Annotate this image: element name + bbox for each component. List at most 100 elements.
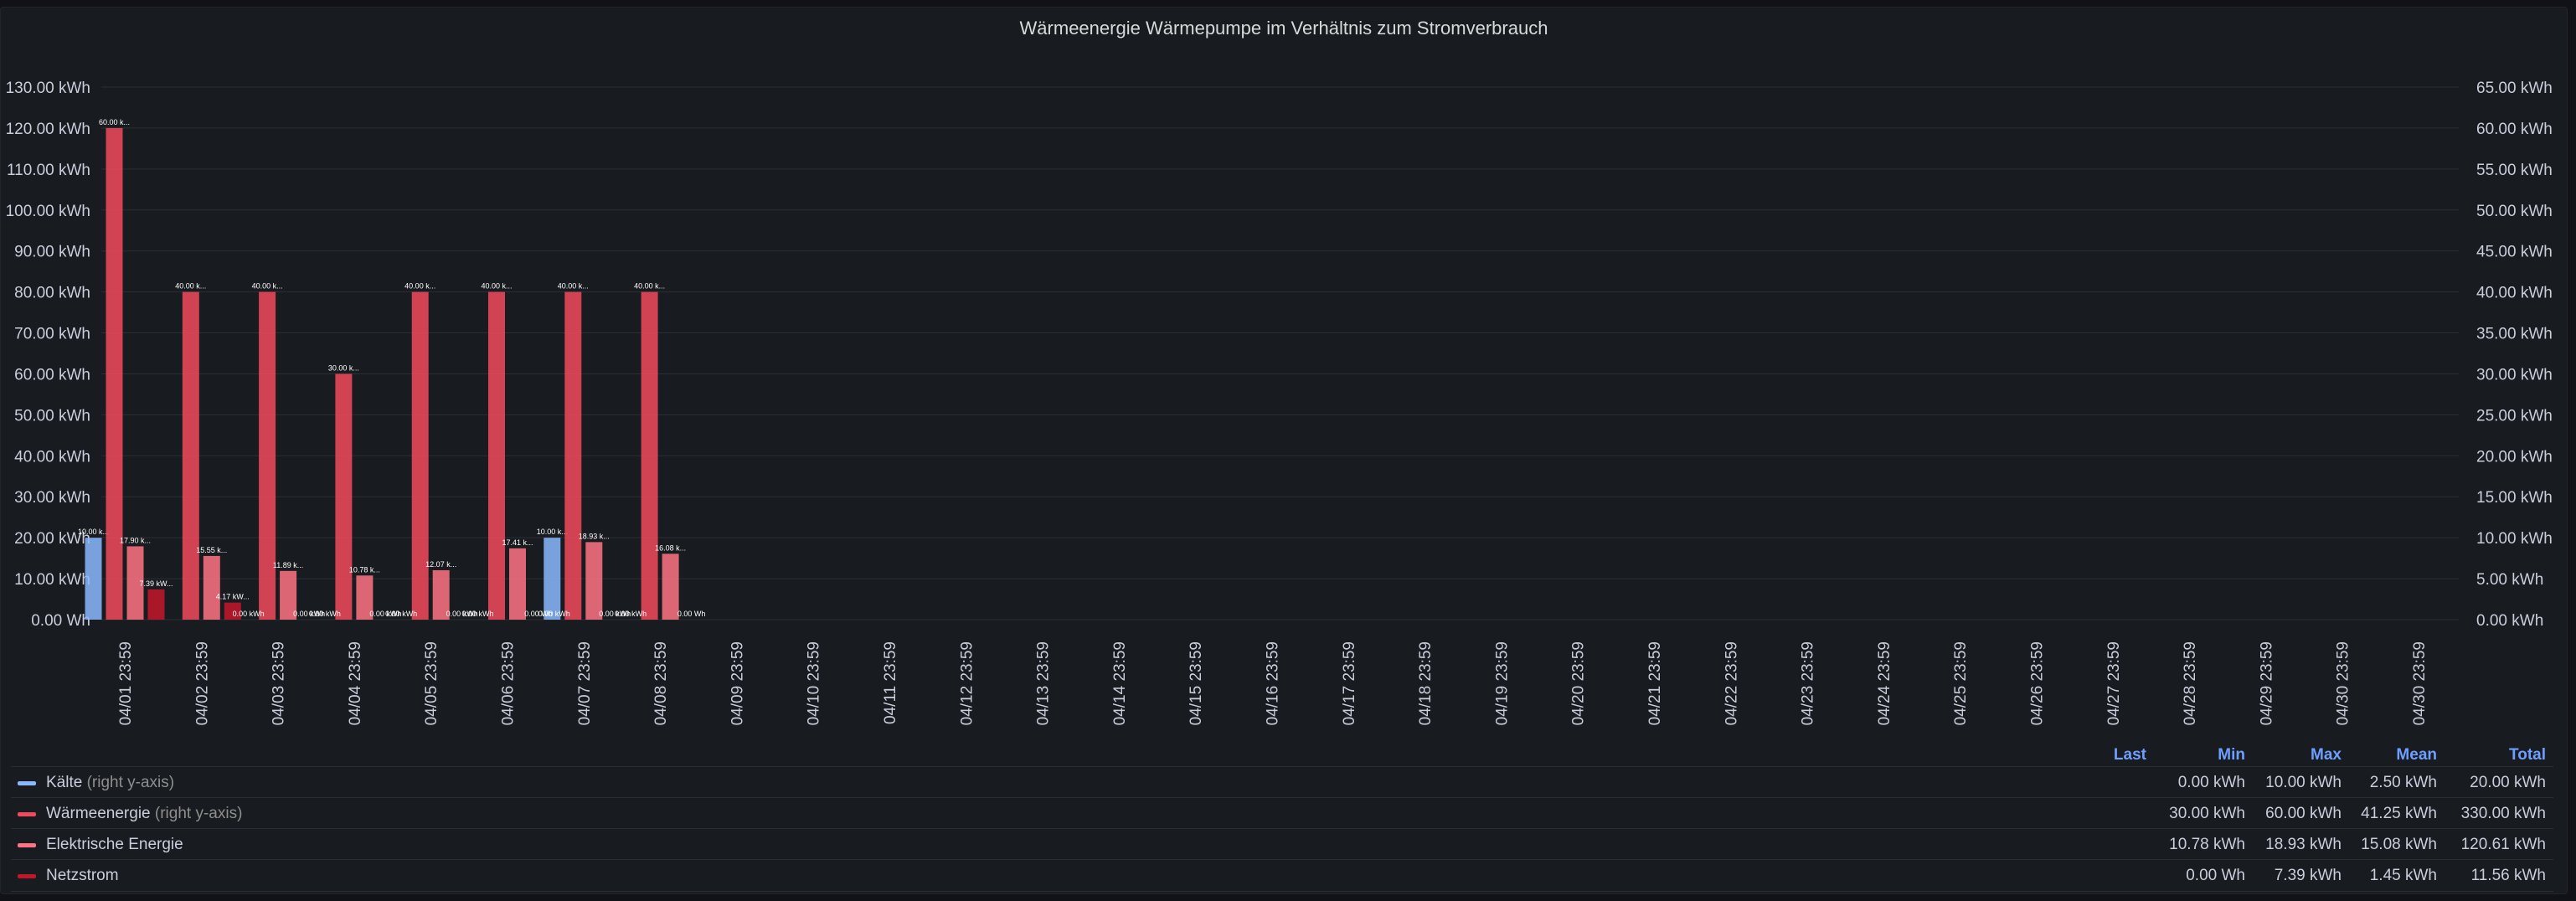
y-tick-right: 55.00 kWh xyxy=(2476,162,2553,179)
y-tick-right: 10.00 kWh xyxy=(2476,530,2553,548)
x-tick-label: 04/01 23:59 xyxy=(117,641,135,725)
bar-value-label: 11.89 k... xyxy=(273,561,303,569)
x-tick-label: 04/27 23:59 xyxy=(2105,641,2123,725)
bar-value-label: 60.00 k... xyxy=(99,118,130,126)
bar xyxy=(147,589,165,620)
bar-value-label: 10.00 k... xyxy=(537,528,568,536)
y-tick-left: 130.00 kWh xyxy=(6,80,90,97)
x-tick-label: 04/14 23:59 xyxy=(1111,641,1129,725)
bar xyxy=(259,291,276,620)
legend-row-elektrische-energie[interactable]: Elektrische Energie 10.78 kWh 18.93 kWh … xyxy=(11,828,2553,860)
legend-col-min[interactable]: Min xyxy=(2153,746,2245,765)
y-tick-right: 35.00 kWh xyxy=(2476,326,2553,343)
bar-value-label: 17.41 k... xyxy=(502,538,533,547)
bar xyxy=(182,291,199,620)
y-tick-right: 20.00 kWh xyxy=(2476,448,2553,466)
legend-series-name: Elektrische Energie xyxy=(46,836,183,853)
x-tick-label: 04/17 23:59 xyxy=(1341,641,1358,725)
x-tick-label: 04/13 23:59 xyxy=(1035,641,1053,725)
bar xyxy=(544,538,561,620)
x-tick-label: 04/24 23:59 xyxy=(1876,641,1893,725)
x-tick-label: 04/11 23:59 xyxy=(882,641,899,724)
bar-value-label: 10.00 k... xyxy=(78,528,109,536)
y-tick-left: 80.00 kWh xyxy=(14,285,90,302)
bar-value-label: 40.00 k... xyxy=(252,282,283,291)
x-tick-label: 04/02 23:59 xyxy=(193,641,211,725)
bar xyxy=(411,291,429,620)
legend-max: 18.93 kWh xyxy=(2265,836,2342,853)
legend-min: 10.78 kWh xyxy=(2169,836,2245,853)
x-tick-label: 04/09 23:59 xyxy=(729,641,746,725)
y-tick-right: 50.00 kWh xyxy=(2476,203,2553,220)
bar-value-label: 30.00 k... xyxy=(328,363,359,372)
bar-value-label: 17.90 k... xyxy=(120,536,151,544)
bar-chart: 0.00 Wh 10.00 kWh 20.00 kWh 30.00 kWh 40.00 … xyxy=(6,80,2553,725)
bar-value-label: 40.00 k... xyxy=(404,282,435,291)
bar-value-label: 40.00 k... xyxy=(481,282,512,291)
legend-total: 120.61 kWh xyxy=(2460,836,2546,853)
y-tick-right: 0.00 kWh xyxy=(2476,612,2543,630)
x-tick-label: 04/29 23:59 xyxy=(2258,641,2275,725)
bar-value-label: 7.39 kW... xyxy=(139,579,173,588)
legend-row-netzstrom[interactable]: Netzstrom 0.00 Wh 7.39 kWh 1.45 kWh 11.5… xyxy=(11,859,2553,892)
bar-value-label: 4.17 kW... xyxy=(216,593,250,601)
bar xyxy=(585,542,603,620)
bar-value-label: 40.00 k... xyxy=(634,282,665,291)
x-tick-label: 04/08 23:59 xyxy=(652,641,670,725)
bar-value-label: 0.00 kWh xyxy=(461,610,493,618)
y-tick-left: 10.00 kWh xyxy=(14,571,90,589)
bar-value-label: 0.00 kWh xyxy=(385,610,417,618)
y-tick-right: 60.00 kWh xyxy=(2476,121,2553,138)
bar-value-label: 10.78 k... xyxy=(349,565,380,574)
x-tick-label: 04/05 23:59 xyxy=(423,641,440,725)
legend-series-name: Netzstrom xyxy=(46,867,119,884)
legend-row-kaelte[interactable]: Kälte (right y-axis) 0.00 kWh 10.00 kWh … xyxy=(11,766,2553,798)
x-tick-label: 04/19 23:59 xyxy=(1493,641,1511,725)
chart-panel: Wärmeenergie Wärmepumpe im Verhältnis zu… xyxy=(0,7,2568,894)
legend-mean: 41.25 kWh xyxy=(2361,805,2437,822)
x-tick-label: 04/20 23:59 xyxy=(1570,641,1588,725)
bar xyxy=(564,291,582,620)
bar xyxy=(335,373,353,620)
legend-mean: 15.08 kWh xyxy=(2361,836,2437,853)
bar-value-label: 16.08 k... xyxy=(655,543,686,552)
y-tick-left: 120.00 kWh xyxy=(6,121,90,138)
x-tick-label: 04/25 23:59 xyxy=(1952,641,1970,725)
bar-value-label: 15.55 k... xyxy=(196,546,227,554)
bar-value-label: 0.00 kWh xyxy=(309,610,341,618)
x-tick-label: 04/06 23:59 xyxy=(500,641,518,725)
bar xyxy=(509,548,526,620)
legend-col-total[interactable]: Total xyxy=(2445,746,2546,765)
bar-value-label: 40.00 k... xyxy=(558,282,589,291)
y-tick-left: 110.00 kWh xyxy=(7,162,90,179)
bar-value-label: 12.07 k... xyxy=(425,560,456,569)
bar-value-label: 0.00 kWh xyxy=(538,610,570,618)
legend-row-waermeenergie[interactable]: Wärmeenergie (right y-axis) 30.00 kWh 60… xyxy=(11,797,2553,829)
legend-col-mean[interactable]: Mean xyxy=(2350,746,2437,765)
legend-min: 0.00 kWh xyxy=(2177,774,2245,791)
x-tick-label: 04/12 23:59 xyxy=(958,641,976,725)
x-tick-label: 04/30 23:59 xyxy=(2335,641,2352,725)
y-tick-left: 60.00 kWh xyxy=(14,366,90,384)
bar xyxy=(203,555,220,620)
y-tick-left: 100.00 kWh xyxy=(6,203,90,220)
legend-col-last[interactable]: Last xyxy=(2088,746,2146,765)
x-tick-label: 04/15 23:59 xyxy=(1188,641,1205,725)
x-tick-label: 04/18 23:59 xyxy=(1417,641,1435,725)
legend-max: 60.00 kWh xyxy=(2265,805,2342,822)
x-tick-label: 04/23 23:59 xyxy=(1800,641,1817,725)
x-tick-label: 04/21 23:59 xyxy=(1646,641,1664,725)
x-tick-label: 04/04 23:59 xyxy=(347,641,364,725)
legend-swatch xyxy=(18,812,36,816)
legend-mean: 1.45 kWh xyxy=(2369,867,2437,884)
bar xyxy=(488,291,505,620)
bar-value-label: 0.00 Wh xyxy=(677,610,706,618)
y-tick-right: 5.00 kWh xyxy=(2476,571,2543,589)
x-tick-label: 04/26 23:59 xyxy=(2029,641,2047,725)
bar xyxy=(106,127,123,620)
x-tick-label: 04/28 23:59 xyxy=(2182,641,2199,725)
legend-max: 7.39 kWh xyxy=(2274,867,2342,884)
bar-value-label: 0.00 kWh xyxy=(615,610,647,618)
legend-min: 30.00 kWh xyxy=(2169,805,2245,822)
legend-col-max[interactable]: Max xyxy=(2254,746,2342,765)
